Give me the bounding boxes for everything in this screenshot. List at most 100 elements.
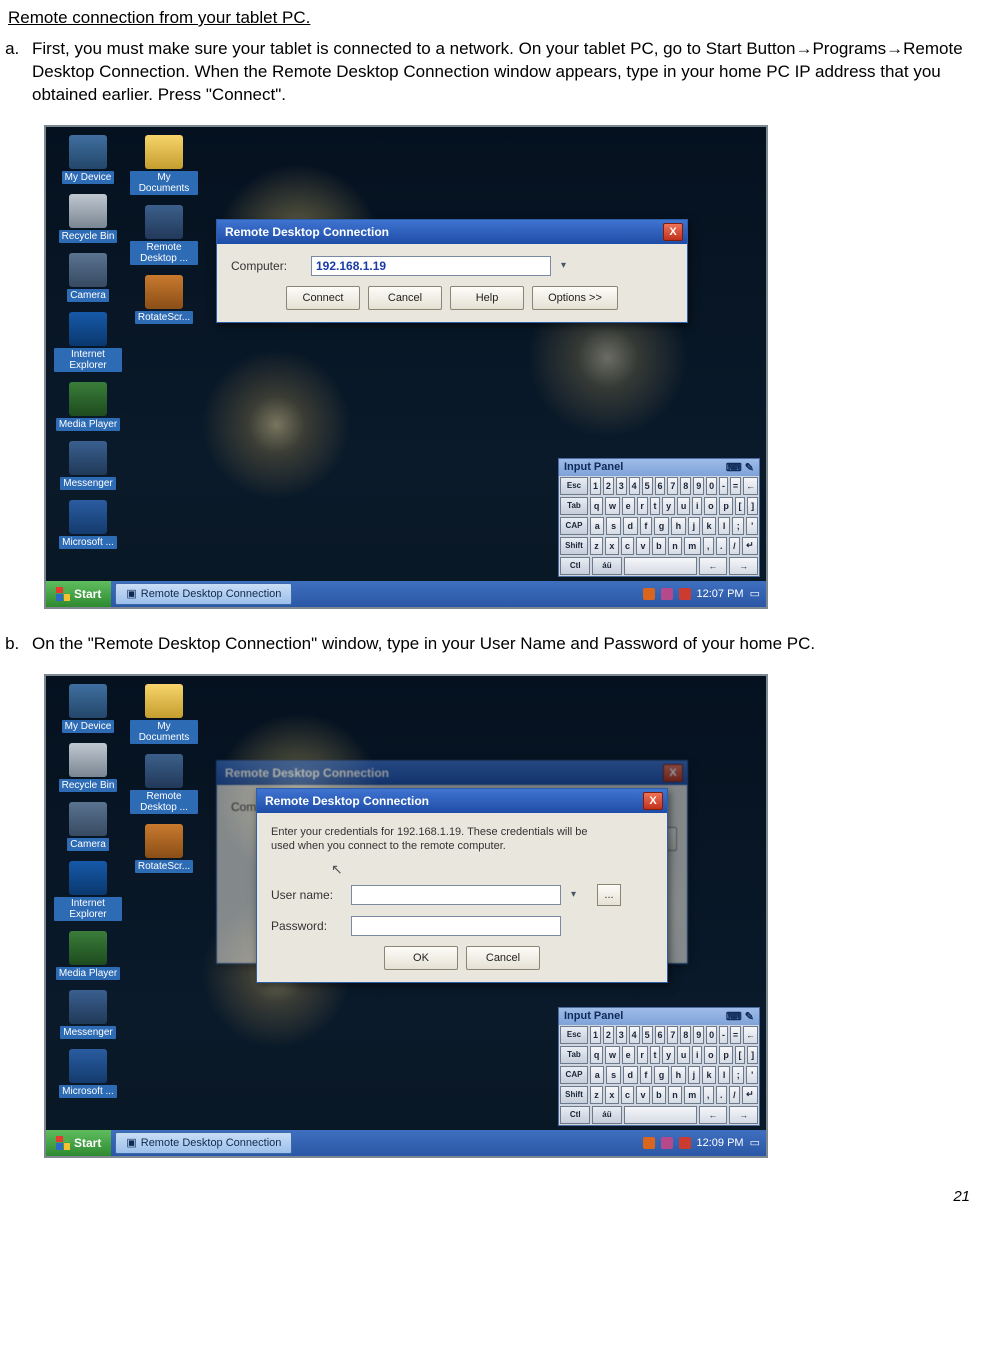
keyboard-key[interactable]: áü (592, 557, 621, 575)
start-button[interactable]: Start (46, 581, 111, 607)
keyboard-key[interactable]: t (650, 1046, 661, 1064)
close-icon[interactable]: X (643, 792, 663, 810)
keyboard-key[interactable]: s (606, 1066, 620, 1084)
keyboard-key[interactable]: Ctl (560, 1106, 590, 1124)
keyboard-key[interactable]: x (605, 537, 619, 555)
tray-icon[interactable] (643, 588, 655, 600)
keyboard-key[interactable]: j (688, 1066, 700, 1084)
keyboard-key[interactable]: ← (743, 1026, 758, 1044)
keyboard-key[interactable]: p (719, 1046, 732, 1064)
keyboard-key[interactable]: . (716, 537, 727, 555)
keyboard-key[interactable]: 0 (706, 477, 717, 495)
keyboard-key[interactable]: . (716, 1086, 727, 1104)
desktop-icon[interactable]: My Device (54, 684, 122, 733)
keyboard-key[interactable]: q (590, 497, 603, 515)
keyboard-key[interactable]: ↵ (742, 537, 758, 555)
keyboard-key[interactable]: u (677, 497, 690, 515)
dialog-titlebar[interactable]: Remote Desktop Connection X (217, 220, 687, 244)
keyboard-key[interactable]: a (590, 1066, 604, 1084)
input-panel[interactable]: Input Panel ⌨ ✎ Esc1234567890-=←Tabqwert… (558, 458, 760, 577)
keyboard-key[interactable]: = (730, 1026, 741, 1044)
keyboard-key[interactable]: k (702, 1066, 716, 1084)
keyboard-key[interactable]: 8 (680, 1026, 691, 1044)
keyboard-key[interactable]: áü (592, 1106, 621, 1124)
tray-icon[interactable] (643, 1137, 655, 1149)
keyboard-key[interactable]: 9 (693, 477, 704, 495)
keyboard-key[interactable]: m (684, 1086, 701, 1104)
keyboard-key[interactable]: ' (746, 517, 758, 535)
keyboard-key[interactable]: p (719, 497, 732, 515)
keyboard-key[interactable]: y (662, 1046, 675, 1064)
dialog-titlebar[interactable]: Remote Desktop Connection X (257, 789, 667, 813)
browse-button[interactable]: ... (597, 884, 621, 906)
desktop-icon[interactable]: Messenger (54, 441, 122, 490)
password-input[interactable] (351, 916, 561, 936)
keyboard-key[interactable]: ; (732, 517, 744, 535)
cancel-button[interactable]: Cancel (368, 286, 442, 310)
chevron-down-icon[interactable]: ▾ (571, 889, 587, 900)
keyboard-key[interactable]: t (650, 497, 661, 515)
keyboard-key[interactable]: → (729, 1106, 758, 1124)
desktop-icon[interactable]: Media Player (54, 382, 122, 431)
keyboard-key[interactable]: [ (735, 1046, 746, 1064)
keyboard-key[interactable]: 6 (655, 1026, 666, 1044)
keyboard-key[interactable]: o (704, 497, 717, 515)
ok-button[interactable]: OK (384, 946, 458, 970)
keyboard-key[interactable]: ↵ (742, 1086, 758, 1104)
desktop-icon[interactable]: Camera (54, 253, 122, 302)
desktop-show-icon[interactable]: ▭ (750, 587, 760, 600)
keyboard-key[interactable]: ] (747, 1046, 758, 1064)
keyboard-key[interactable]: f (640, 517, 652, 535)
keyboard-key[interactable]: i (692, 497, 702, 515)
desktop-icon[interactable]: Remote Desktop ... (130, 754, 198, 814)
input-panel[interactable]: Input Panel ⌨ ✎ Esc1234567890-=←Tabqwert… (558, 1007, 760, 1126)
desktop-icon[interactable]: Microsoft ... (54, 1049, 122, 1098)
keyboard-key[interactable]: 5 (642, 477, 653, 495)
keyboard-key[interactable] (624, 557, 697, 575)
keyboard-key[interactable]: i (692, 1046, 702, 1064)
keyboard-key[interactable]: ← (699, 1106, 728, 1124)
keyboard-key[interactable]: ← (699, 557, 728, 575)
keyboard-key[interactable]: ' (746, 1066, 758, 1084)
keyboard-key[interactable]: 5 (642, 1026, 653, 1044)
cancel-button[interactable]: Cancel (466, 946, 540, 970)
connect-button[interactable]: Connect (286, 286, 360, 310)
keyboard-key[interactable]: n (668, 537, 682, 555)
keyboard-key[interactable]: Shift (560, 537, 588, 555)
keyboard-key[interactable]: ] (747, 497, 758, 515)
keyboard-key[interactable]: a (590, 517, 604, 535)
keyboard-key[interactable]: k (702, 517, 716, 535)
taskbar-item-rdc[interactable]: ▣ Remote Desktop Connection (115, 1132, 292, 1154)
desktop-icon[interactable]: My Documents (130, 684, 198, 744)
keyboard-key[interactable]: m (684, 537, 701, 555)
keyboard-key[interactable]: / (729, 1086, 740, 1104)
keyboard-key[interactable]: [ (735, 497, 746, 515)
keyboard-key[interactable]: f (640, 1066, 652, 1084)
keyboard-key[interactable]: 0 (706, 1026, 717, 1044)
keyboard-key[interactable]: u (677, 1046, 690, 1064)
keyboard-key[interactable]: Esc (560, 1026, 588, 1044)
keyboard-key[interactable]: n (668, 1086, 682, 1104)
keyboard-key[interactable]: l (718, 1066, 730, 1084)
keyboard-key[interactable]: d (623, 1066, 638, 1084)
keyboard-key[interactable]: 2 (603, 1026, 614, 1044)
keyboard-key[interactable]: v (636, 537, 650, 555)
desktop-icon[interactable]: My Device (54, 135, 122, 184)
keyboard-key[interactable]: Tab (560, 497, 588, 515)
keyboard-key[interactable]: Esc (560, 477, 588, 495)
system-tray[interactable]: 12:07 PM ▭ (643, 587, 767, 600)
keyboard-key[interactable]: 2 (603, 477, 614, 495)
keyboard-key[interactable]: - (719, 1026, 728, 1044)
desktop-icon[interactable]: Media Player (54, 931, 122, 980)
keyboard-key[interactable]: c (621, 1086, 635, 1104)
keyboard-key[interactable]: g (654, 517, 669, 535)
keyboard-key[interactable]: z (590, 1086, 603, 1104)
keyboard-key[interactable]: c (621, 537, 635, 555)
keyboard-key[interactable]: g (654, 1066, 669, 1084)
keyboard-key[interactable]: 7 (667, 1026, 678, 1044)
tray-icon[interactable] (679, 588, 691, 600)
keyboard-key[interactable]: x (605, 1086, 619, 1104)
keyboard-key[interactable]: z (590, 537, 603, 555)
keyboard-key[interactable]: w (605, 497, 620, 515)
keyboard-key[interactable]: w (605, 1046, 620, 1064)
